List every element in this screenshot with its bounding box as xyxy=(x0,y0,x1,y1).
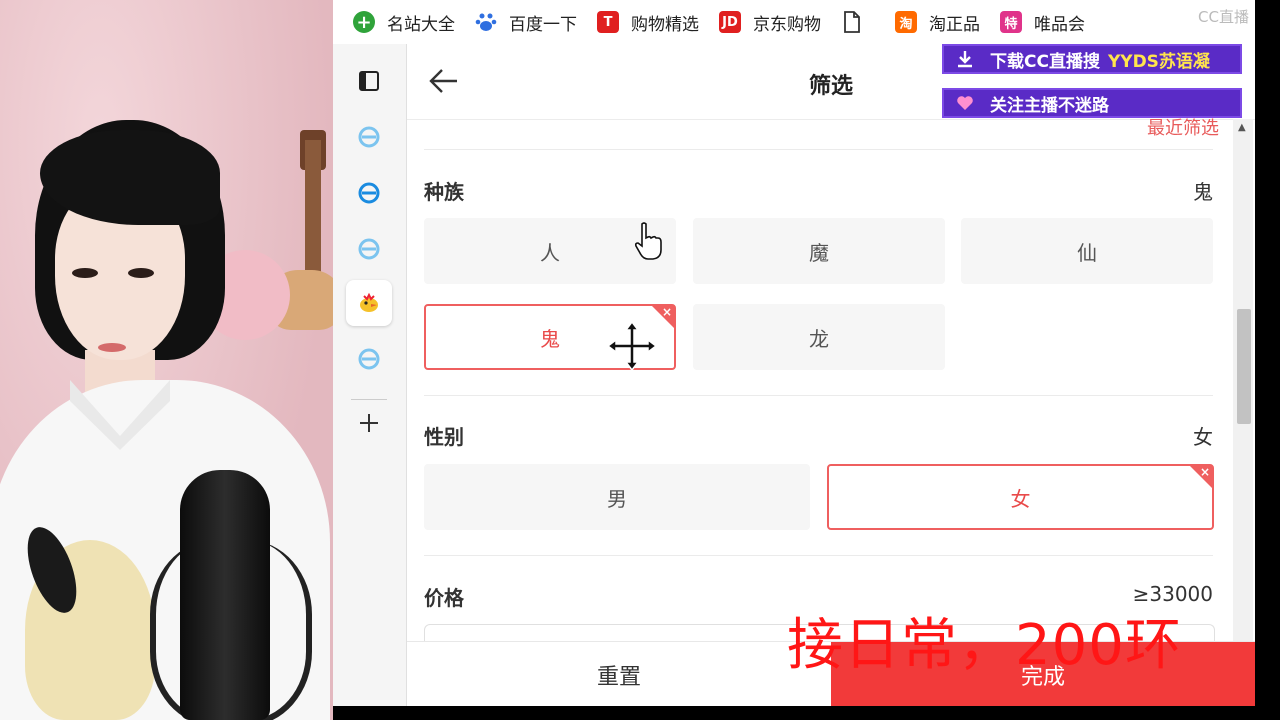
microphone xyxy=(180,470,270,720)
scrollbar[interactable]: ▲ ▼ xyxy=(1233,119,1253,699)
download-icon xyxy=(954,48,976,70)
bookmarks-bar: + 名站大全 百度一下 T 购物精选 JD 京东购物 淘淘正品特唯品会 xyxy=(333,0,1255,45)
scrollbar-thumb[interactable] xyxy=(1237,309,1251,424)
tmall-t-icon: T xyxy=(597,11,619,33)
race-option[interactable]: 仙 xyxy=(961,218,1213,284)
bookmark-item[interactable]: JD 京东购物 xyxy=(719,10,821,35)
promo-download-banner: 下载CC直播搜 YYDS苏语凝 xyxy=(942,44,1242,74)
option-label: 仙 xyxy=(1077,240,1097,265)
option-label: 人 xyxy=(540,240,560,265)
promo-follow-banner: 关注主播不迷路 xyxy=(942,88,1242,118)
tabs-icon[interactable] xyxy=(346,58,392,104)
race-option[interactable]: 龙 xyxy=(693,304,945,370)
bookmark-item[interactable]: 淘淘正品 xyxy=(895,10,980,35)
bookmark-label: 京东购物 xyxy=(753,14,821,35)
browser-e-icon[interactable] xyxy=(346,336,392,382)
taobao-icon: 淘 xyxy=(895,11,917,33)
bookmark-item[interactable]: T 购物精选 xyxy=(597,10,699,35)
browser-e-icon[interactable] xyxy=(346,170,392,216)
browser-e-icon[interactable] xyxy=(346,226,392,272)
file-icon xyxy=(841,11,863,33)
lips xyxy=(98,343,126,352)
price-label: 价格 xyxy=(424,586,464,610)
browser-e-icon[interactable] xyxy=(346,114,392,160)
gender-label: 性别 xyxy=(424,425,464,449)
reset-button[interactable]: 重置 xyxy=(407,642,831,706)
bookmark-item[interactable]: 百度一下 xyxy=(475,10,577,35)
stream-caption: 接日常，200环 xyxy=(787,613,1182,678)
move-cursor-icon xyxy=(606,320,658,376)
option-label: 鬼 xyxy=(540,326,560,351)
bookmark-label: 淘正品 xyxy=(929,14,980,35)
bookmark-label: 百度一下 xyxy=(509,14,577,35)
baidu-paw-icon xyxy=(475,11,497,33)
cc-watermark: CC直播 xyxy=(1198,8,1249,26)
vip-icon: 特 xyxy=(1000,11,1022,33)
race-option[interactable]: 魔 xyxy=(693,218,945,284)
browser-sidebar xyxy=(333,44,407,706)
bookmark-item[interactable]: 特唯品会 xyxy=(1000,10,1085,35)
divider xyxy=(424,395,1213,396)
globe-plus-icon: + xyxy=(353,11,375,33)
hand-cursor-icon xyxy=(634,222,664,266)
promo-download-text: 下载CC直播搜 xyxy=(990,51,1100,72)
promo-streamer-name: YYDS苏语凝 xyxy=(1107,51,1210,72)
race-selected-value: 鬼 xyxy=(1193,180,1213,204)
bookmark-label: 购物精选 xyxy=(631,14,699,35)
gender-option[interactable]: 男 xyxy=(424,464,810,530)
race-label: 种族 xyxy=(424,180,464,204)
remove-icon[interactable]: × xyxy=(662,305,672,319)
back-arrow-icon[interactable] xyxy=(427,66,461,96)
option-label: 魔 xyxy=(809,240,829,265)
jd-icon: JD xyxy=(719,11,741,33)
bookmark-label: 名站大全 xyxy=(387,14,455,35)
webcam-feed xyxy=(0,0,333,720)
game-chick-icon[interactable] xyxy=(346,280,392,326)
remove-icon[interactable]: × xyxy=(1200,465,1210,479)
left-eye xyxy=(72,268,98,278)
scroll-up-arrow-icon[interactable]: ▲ xyxy=(1238,122,1246,133)
divider xyxy=(424,555,1213,556)
gender-selected-value: 女 xyxy=(1193,425,1213,449)
heart-icon xyxy=(954,92,976,114)
gender-option-selected[interactable]: 女 × xyxy=(827,464,1214,530)
promo-follow-text: 关注主播不迷路 xyxy=(990,95,1109,116)
bookmark-item[interactable] xyxy=(841,11,875,33)
right-eye xyxy=(128,268,154,278)
plus-icon[interactable] xyxy=(346,400,392,446)
page-title: 筛选 xyxy=(808,74,853,99)
divider xyxy=(424,149,1213,150)
bookmark-label: 唯品会 xyxy=(1034,14,1085,35)
option-label: 龙 xyxy=(809,326,829,351)
option-label: 女 xyxy=(1010,486,1031,511)
bookmark-item[interactable]: + 名站大全 xyxy=(353,10,455,35)
option-label: 男 xyxy=(607,486,627,511)
